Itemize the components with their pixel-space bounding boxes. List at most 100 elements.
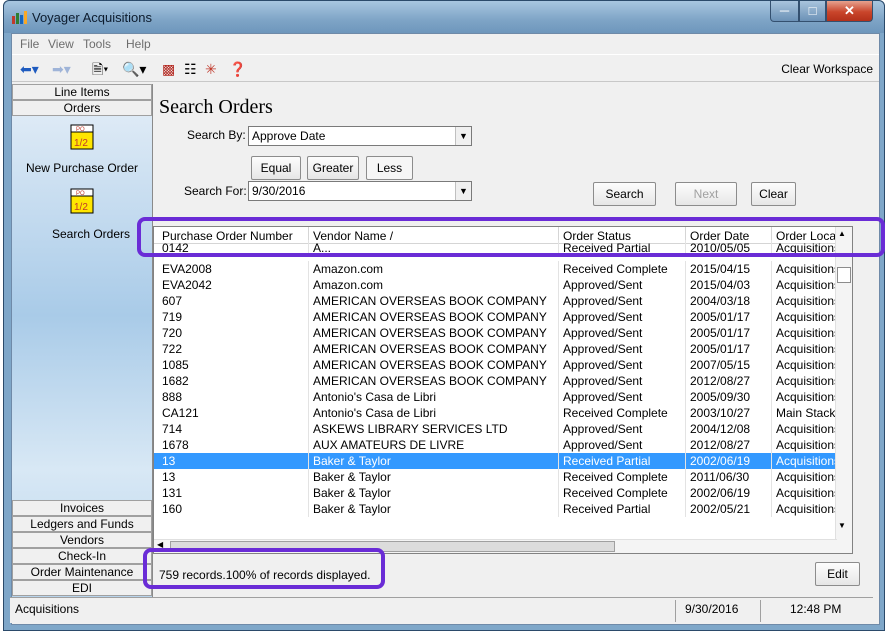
table-row[interactable]: CA121 Antonio's Casa de Libri Received Com… bbox=[154, 405, 844, 421]
table-cell: AMERICAN OVERSEAS BOOK COMPANY bbox=[309, 325, 559, 341]
scroll-down-icon[interactable]: ▼ bbox=[838, 521, 846, 530]
table-row[interactable]: 131 Baker & Taylor Received Complete 2002/0… bbox=[154, 485, 844, 501]
table-row[interactable]: EVA2008 Amazon.com Received Complete 2015/0… bbox=[154, 261, 844, 277]
table-row[interactable]: 722 AMERICAN OVERSEAS BOOK COMPANY Approve… bbox=[154, 341, 844, 357]
chevron-down-icon[interactable]: ▼ bbox=[455, 182, 471, 200]
maximize-button[interactable]: □ bbox=[799, 1, 826, 22]
scrollbar-thumb[interactable] bbox=[837, 267, 851, 283]
table-cell: Approved/Sent bbox=[559, 421, 686, 437]
close-icon: ✕ bbox=[844, 3, 855, 18]
menu-tools[interactable]: Tools bbox=[83, 37, 111, 51]
table-cell: Acquisitions bbox=[772, 373, 844, 389]
search-button[interactable]: Search bbox=[593, 182, 656, 206]
table-cell: Approved/Sent bbox=[559, 277, 686, 293]
table-cell: AMERICAN OVERSEAS BOOK COMPANY bbox=[309, 341, 559, 357]
columns-icon[interactable]: ☷ bbox=[184, 59, 197, 79]
table-row[interactable]: 888 Antonio's Casa de Libri Approved/Sent 2… bbox=[154, 389, 844, 405]
print-preview-icon[interactable]: 🔍▾ bbox=[122, 59, 146, 79]
menu-file[interactable]: File bbox=[20, 37, 39, 51]
app-logo-icon bbox=[12, 11, 27, 24]
table-cell: Acquisitions bbox=[772, 469, 844, 485]
title-bar[interactable]: Voyager Acquisitions ─ □ ✕ bbox=[4, 1, 884, 33]
clear-workspace-button[interactable]: Clear Workspace bbox=[781, 62, 873, 76]
table-cell: 2015/04/15 bbox=[686, 261, 772, 277]
po-icon[interactable]: PO 1/2 bbox=[70, 124, 94, 150]
table-cell: Acquisitions bbox=[772, 261, 844, 277]
table-cell: 2005/09/30 bbox=[686, 389, 772, 405]
help-icon[interactable]: ❓ bbox=[229, 59, 246, 79]
nav-vendors[interactable]: Vendors bbox=[12, 532, 152, 548]
fund-icon[interactable]: ▩ bbox=[162, 59, 175, 79]
orders-table: Purchase Order Number Vendor Name / Orde… bbox=[153, 226, 853, 554]
table-cell: CA121 bbox=[158, 405, 309, 421]
forward-arrow-icon[interactable]: ➡▾ bbox=[52, 59, 71, 79]
table-row[interactable]: 720 AMERICAN OVERSEAS BOOK COMPANY Approve… bbox=[154, 325, 844, 341]
equal-button[interactable]: Equal bbox=[251, 156, 301, 180]
minimize-icon: ─ bbox=[779, 3, 790, 18]
table-cell: Acquisitions bbox=[772, 293, 844, 309]
table-row[interactable]: 607 AMERICAN OVERSEAS BOOK COMPANY Approve… bbox=[154, 293, 844, 309]
table-cell: Acquisitions bbox=[772, 341, 844, 357]
table-cell: Acquisitions bbox=[772, 277, 844, 293]
table-row[interactable]: 160 Baker & Taylor Received Partial 2002/05… bbox=[154, 501, 844, 517]
search-by-select[interactable]: Approve Date ▼ bbox=[248, 126, 472, 146]
po-icon[interactable]: PO 1/2 bbox=[70, 188, 94, 214]
menu-help[interactable]: Help bbox=[126, 37, 151, 51]
table-cell: Acquisitions bbox=[772, 421, 844, 437]
table-cell: Acquisitions bbox=[772, 485, 844, 501]
table-cell: 607 bbox=[158, 293, 309, 309]
table-row[interactable]: 1682 AMERICAN OVERSEAS BOOK COMPANY Approv… bbox=[154, 373, 844, 389]
table-cell: Baker & Taylor bbox=[309, 469, 559, 485]
menu-view[interactable]: View bbox=[48, 37, 74, 51]
table-cell: AMERICAN OVERSEAS BOOK COMPANY bbox=[309, 293, 559, 309]
table-cell: 2007/05/15 bbox=[686, 357, 772, 373]
table-cell: Approved/Sent bbox=[559, 373, 686, 389]
table-cell: 2012/08/27 bbox=[686, 373, 772, 389]
table-row[interactable]: 13 Baker & Taylor Received Partial 2002/06/… bbox=[154, 453, 844, 469]
nav-line-items[interactable]: Line Items bbox=[12, 84, 152, 100]
back-arrow-icon[interactable]: ⬅▾ bbox=[20, 59, 39, 79]
clear-button[interactable]: Clear bbox=[751, 182, 796, 206]
nav-orders[interactable]: Orders bbox=[12, 100, 152, 116]
asterisk-icon[interactable]: ✳ bbox=[205, 59, 217, 79]
less-button[interactable]: Less bbox=[366, 156, 413, 180]
nav-ledgers-and-funds[interactable]: Ledgers and Funds bbox=[12, 516, 152, 532]
nav-invoices[interactable]: Invoices bbox=[12, 500, 152, 516]
new-document-icon[interactable]: 🗎▾ bbox=[92, 59, 108, 79]
maximize-icon: □ bbox=[808, 3, 817, 18]
search-for-field[interactable]: 9/30/2016 ▼ bbox=[248, 181, 472, 201]
table-cell: Received Complete bbox=[559, 261, 686, 277]
table-cell: Acquisitions bbox=[772, 437, 844, 453]
vertical-scrollbar[interactable]: ▲ ▼ bbox=[835, 227, 852, 553]
nav-edi[interactable]: EDI bbox=[12, 580, 152, 596]
table-row[interactable]: 13 Baker & Taylor Received Complete 2011/06… bbox=[154, 469, 844, 485]
nav-check-in[interactable]: Check-In bbox=[12, 548, 152, 564]
table-row[interactable]: 719 AMERICAN OVERSEAS BOOK COMPANY Approve… bbox=[154, 309, 844, 325]
greater-button[interactable]: Greater bbox=[307, 156, 359, 180]
status-divider bbox=[675, 600, 676, 622]
nav-order-maintenance[interactable]: Order Maintenance bbox=[12, 564, 152, 580]
menu-bar: File View Tools Help bbox=[12, 34, 879, 54]
edit-button[interactable]: Edit bbox=[815, 562, 860, 586]
nav-new-purchase-order[interactable]: New Purchase Order bbox=[12, 161, 152, 175]
table-cell: 2002/06/19 bbox=[686, 485, 772, 501]
close-button[interactable]: ✕ bbox=[826, 1, 873, 22]
table-row[interactable]: 1678 AUX AMATEURS DE LIVRE Approved/Sent 20… bbox=[154, 437, 844, 453]
table-cell: Main Stacks bbox=[772, 405, 844, 421]
table-cell: 2004/03/18 bbox=[686, 293, 772, 309]
nav-search-orders[interactable]: Search Orders bbox=[30, 227, 152, 241]
table-row[interactable]: EVA2042 Amazon.com Approved/Sent 2015/04/03… bbox=[154, 277, 844, 293]
table-row[interactable]: 1085 AMERICAN OVERSEAS BOOK COMPANY Approv… bbox=[154, 357, 844, 373]
minimize-button[interactable]: ─ bbox=[770, 1, 799, 22]
table-cell: EVA2042 bbox=[158, 277, 309, 293]
table-cell: AUX AMATEURS DE LIVRE bbox=[309, 437, 559, 453]
table-cell: 2015/04/03 bbox=[686, 277, 772, 293]
table-cell: 719 bbox=[158, 309, 309, 325]
table-cell: 2005/01/17 bbox=[686, 325, 772, 341]
chevron-down-icon[interactable]: ▼ bbox=[455, 127, 471, 145]
table-cell: 2002/05/21 bbox=[686, 501, 772, 517]
table-row[interactable]: 714 ASKEWS LIBRARY SERVICES LTD Approved/S… bbox=[154, 421, 844, 437]
next-button[interactable]: Next bbox=[675, 182, 737, 206]
search-for-label: Search For: bbox=[184, 184, 247, 198]
search-by-value: Approve Date bbox=[252, 129, 326, 143]
